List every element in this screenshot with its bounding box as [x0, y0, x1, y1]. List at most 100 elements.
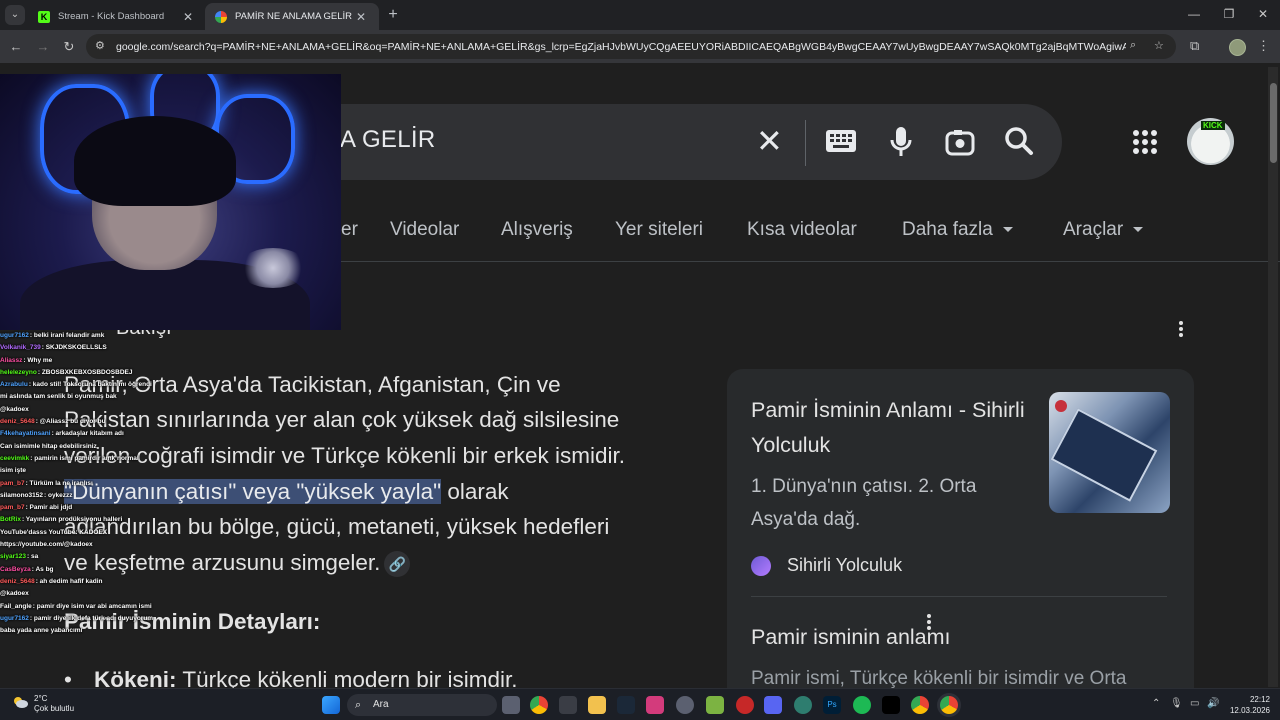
tab-alisveris[interactable]: Alışveriş: [501, 219, 573, 241]
card-divider: [751, 596, 1167, 597]
chat-message: BotRix: Yayınların prodüksiyonu halleri: [0, 514, 200, 526]
more-options-icon[interactable]: [1176, 319, 1186, 339]
chat-username: pam_b7: [0, 504, 25, 512]
card-source[interactable]: Sihirli Yolculuk: [751, 555, 902, 576]
search-divider: [805, 120, 806, 166]
chat-text: : arkadaşlar kitabım adı: [51, 430, 124, 438]
chat-message: mi aslında tam senlik bi oyunmuş bak: [0, 391, 200, 403]
tab-gorseller-partial[interactable]: er: [341, 219, 358, 241]
chat-message: ugur7162: pamir diye ilk defa türk adı d…: [0, 613, 200, 625]
zoom-icon[interactable]: ⌕: [1130, 39, 1136, 52]
search-box[interactable]: A GELİR ✕: [300, 104, 1062, 180]
start-icon[interactable]: [322, 696, 340, 714]
tab-label: Daha fazla: [902, 219, 993, 240]
photoshop-icon[interactable]: Ps: [823, 696, 841, 714]
app-icon[interactable]: [646, 696, 664, 714]
tab-strip: ⌄ K Stream - Kick Dashboard ✕ PAMİR NE A…: [0, 0, 1280, 30]
taskbar-search[interactable]: ⌕ Ara: [347, 694, 497, 716]
chat-message: ugur7162: belki irani felandir amk: [0, 330, 200, 342]
scrollbar-thumb[interactable]: [1270, 83, 1277, 163]
chat-username: BotRix: [0, 516, 21, 524]
account-avatar[interactable]: KICK: [1187, 118, 1234, 165]
chat-message: deniz_5648: @Aliassz bu diyor bu: [0, 416, 200, 428]
weather-widget[interactable]: 2°C Çok bulutlu: [12, 694, 74, 714]
chat-message: silamono3152: oykezzz: [0, 490, 200, 502]
tab-kick-dashboard[interactable]: K Stream - Kick Dashboard ✕: [28, 3, 206, 30]
bullet-dot: •: [64, 667, 72, 688]
card-description: 1. Dünya'nın çatısı. 2. Orta Asya'da dağ…: [751, 476, 977, 530]
chat-username: deniz_5648: [0, 418, 35, 426]
display-icon[interactable]: ▭: [1190, 698, 1199, 709]
tab-google-search[interactable]: PAMİR NE ANLAMA GELİR - Go ✕: [205, 3, 379, 30]
clock-time: 22:12: [1249, 695, 1270, 704]
opera-icon[interactable]: [736, 696, 754, 714]
site-info-icon[interactable]: ⚙: [95, 39, 105, 52]
chat-message: pam_b7: Pamir abi jdjd: [0, 502, 200, 514]
google-apps-icon[interactable]: [1133, 130, 1157, 154]
chat-text: : Türküm la ne iranlısı: [25, 479, 93, 487]
system-clock[interactable]: 22:12 12.03.2026: [1226, 694, 1270, 716]
clear-search-icon[interactable]: ✕: [756, 122, 783, 160]
site-favicon-icon: [751, 555, 771, 576]
new-tab-icon[interactable]: +: [384, 6, 402, 24]
app-icon[interactable]: [676, 696, 694, 714]
clock-date: 12.03.2026: [1229, 706, 1270, 715]
file-explorer-icon[interactable]: [588, 696, 606, 714]
volume-icon[interactable]: 🔊: [1207, 698, 1219, 709]
chrome-icon[interactable]: [530, 696, 548, 714]
discord-icon[interactable]: [764, 696, 782, 714]
tab-kisa-videolar[interactable]: Kısa videolar: [747, 219, 857, 241]
card-title[interactable]: Pamir İsminin Anlamı - Sihirli Yolculuk: [751, 393, 1031, 463]
windows-taskbar: 2°C Çok bulutlu ⌕ Ara Ps ⌃ 🎙 ▭ 🔊 22:12 12…: [0, 688, 1280, 720]
reload-icon[interactable]: ↻: [60, 38, 78, 56]
tab-title: PAMİR NE ANLAMA GELİR - Go: [235, 11, 353, 22]
forward-icon[interactable]: →: [34, 38, 52, 56]
app-icon[interactable]: [706, 696, 724, 714]
tray-chevron-icon[interactable]: ⌃: [1152, 698, 1160, 709]
chat-text: : belki irani felandir amk: [29, 332, 105, 339]
chrome-icon[interactable]: [911, 696, 929, 714]
bullet-text: Türkçe kökenli modern bir isimdir.: [176, 667, 518, 688]
close-tab-icon[interactable]: ✕: [353, 10, 369, 24]
profile-avatar[interactable]: [1229, 39, 1246, 56]
chat-message: YouTube'dasss YouTube: KADOEX: [0, 527, 200, 539]
url-text[interactable]: google.com/search?q=PAMİR+NE+ANLAMA+GELİ…: [116, 41, 1126, 53]
source-card[interactable]: Pamir İsminin Anlamı - Sihirli Yolculuk …: [727, 369, 1194, 688]
capcut-icon[interactable]: [882, 696, 900, 714]
taskbar-search-label: Ara: [373, 699, 389, 710]
extensions-icon[interactable]: ⧉: [1190, 38, 1199, 54]
address-bar[interactable]: ⚙ google.com/search?q=PAMİR+NE+ANLAMA+GE…: [86, 34, 1176, 59]
tab-search-dropdown-icon[interactable]: ⌄: [5, 5, 25, 25]
lens-search-icon[interactable]: [945, 128, 975, 166]
steam-icon[interactable]: [617, 696, 635, 714]
minimize-icon[interactable]: —: [1184, 7, 1204, 21]
card-thumbnail[interactable]: [1049, 392, 1170, 513]
bookmark-star-icon[interactable]: ☆: [1154, 39, 1164, 52]
back-icon[interactable]: ←: [7, 38, 25, 56]
card-title-2[interactable]: Pamir isminin anlamı: [751, 625, 951, 650]
chat-message: F4kehayatinsani: arkadaşlar kitabım adı: [0, 428, 200, 440]
menu-icon[interactable]: ⋮: [1257, 38, 1270, 54]
tab-videolar[interactable]: Videolar: [390, 219, 459, 241]
tab-daha-fazla[interactable]: Daha fazla: [902, 219, 1013, 241]
bullet-label: Kökeni:: [94, 667, 177, 688]
chat-text: : kado stil! Toksoruna baktın mı öğrendi: [28, 381, 152, 389]
close-tab-icon[interactable]: ✕: [180, 10, 196, 24]
chat-text: : As bg: [31, 565, 54, 573]
search-icon[interactable]: [1004, 126, 1034, 164]
microphone-icon[interactable]: 🎙: [1170, 698, 1183, 709]
app-icon[interactable]: [559, 696, 577, 714]
maximize-icon[interactable]: ❐: [1219, 7, 1239, 21]
tab-yer-siteleri[interactable]: Yer siteleri: [615, 219, 703, 241]
close-window-icon[interactable]: ✕: [1253, 7, 1273, 21]
link-icon[interactable]: 🔗: [384, 551, 411, 578]
chat-username: Fail_angle: [0, 602, 32, 610]
chrome-active-icon[interactable]: [940, 696, 958, 714]
spotify-icon[interactable]: [853, 696, 871, 714]
keyboard-icon[interactable]: [825, 127, 857, 161]
tab-araclar[interactable]: Araçlar: [1063, 219, 1144, 241]
search-query-text[interactable]: A GELİR: [340, 126, 435, 154]
voice-search-icon[interactable]: [890, 126, 912, 166]
app-icon[interactable]: [794, 696, 812, 714]
task-view-icon[interactable]: [502, 696, 520, 714]
